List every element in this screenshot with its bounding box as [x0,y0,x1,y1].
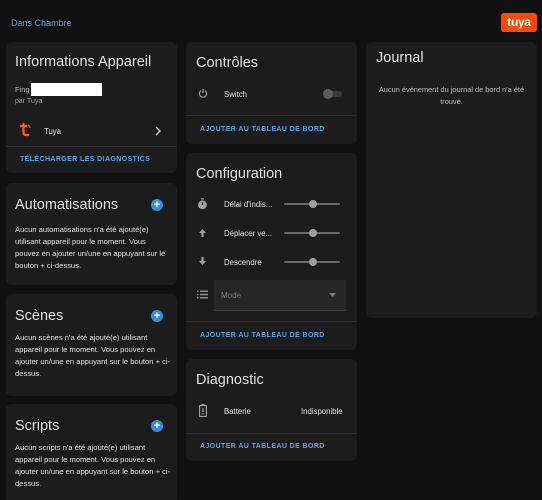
breadcrumb-link[interactable]: Dans Chambre [11,18,72,28]
scenes-card: Scènes + Aucun scènes n'a été ajouté(e) … [6,294,177,396]
automations-card: Automatisations + Aucun automatisations … [6,183,177,285]
chevron-right-icon [155,126,161,136]
add-script-button[interactable]: + [151,420,163,432]
slider-thumb-2 [309,229,317,237]
device-info-card: Informations Appareil Fing par Tuya Tuya… [6,42,177,173]
device-name-prefix: Fing [15,85,30,94]
download-diagnostics-link[interactable]: TÉLÉCHARGER LES DIAGNOSTICS [20,156,150,163]
controls-divider [186,115,357,116]
timer-icon [198,198,207,210]
scenes-title: Scènes [15,308,64,324]
diagnostic-add-to-dashboard[interactable]: AJOUTER AU TABLEAU DE BORD [200,443,325,450]
journal-empty-text: Aucun événement du journal de bord n'a é… [378,85,525,106]
add-scene-button[interactable]: + [151,310,163,322]
configuration-divider [186,321,357,322]
diagnostic-title: Diagnostic [196,372,264,388]
config-slider-3[interactable] [284,257,342,267]
config-slider-label-3: Descendre [224,258,262,267]
dropdown-arrow-icon [329,293,336,297]
scripts-empty-text: Aucun scripts n'a été ajouté(e) utilisan… [15,443,171,488]
automations-empty-text: Aucun automatisations n'a été ajouté(e) … [15,225,166,270]
integration-label: Tuya [44,127,62,136]
config-slider-label-2: Déplacer ve... [224,229,273,238]
switch-label: Switch [224,90,247,99]
configuration-add-to-dashboard[interactable]: AJOUTER AU TABLEAU DE BORD [200,332,325,339]
scenes-empty-text: Aucun scènes n'a été ajouté(e) utilisant… [15,333,171,378]
switch-toggle[interactable] [323,89,343,99]
diagnostic-card: Diagnostic Batterie Indisponible AJOUTER… [186,359,357,461]
tuya-integration-icon [19,123,31,137]
mode-select-label: Mode [221,291,242,300]
configuration-card: Configuration Délai d'indis... Déplacer … [186,153,357,350]
device-by-line: par Tuya [15,98,43,105]
battery-value: Indisponible [301,407,343,416]
device-info-title: Informations Appareil [15,54,152,70]
slider-thumb-1 [309,200,317,208]
config-slider-1[interactable] [284,199,342,209]
power-icon [198,88,208,98]
scripts-card: Scripts + Aucun scripts n'a été ajouté(e… [6,404,177,500]
tuya-logo: tuya [501,13,537,32]
mode-select[interactable]: Mode [214,280,346,311]
journal-card: Journal Aucun événement du journal de bo… [366,42,537,318]
scripts-title: Scripts [15,418,60,434]
integration-row[interactable]: Tuya [6,120,177,142]
diagnostic-divider [186,433,357,434]
arrow-down-icon [199,257,206,265]
configuration-title: Configuration [196,166,283,182]
slider-thumb-3 [309,258,317,266]
controls-card: Contrôles Switch AJOUTER AU TABLEAU DE B… [186,42,357,144]
controls-add-to-dashboard[interactable]: AJOUTER AU TABLEAU DE BORD [200,126,325,133]
top-bar: Dans Chambre tuya [0,0,542,40]
battery-icon [199,404,207,417]
controls-title: Contrôles [196,55,259,71]
switch-thumb [323,89,333,99]
battery-label: Batterie [224,407,251,416]
config-slider-label-1: Délai d'indis... [224,200,273,209]
list-icon [197,290,208,299]
device-info-divider [6,146,177,147]
automations-title: Automatisations [15,197,119,213]
add-automation-button[interactable]: + [151,199,163,211]
arrow-up-icon [199,229,206,237]
device-name-redacted [31,83,102,96]
config-slider-2[interactable] [284,228,342,238]
journal-title: Journal [376,50,424,66]
